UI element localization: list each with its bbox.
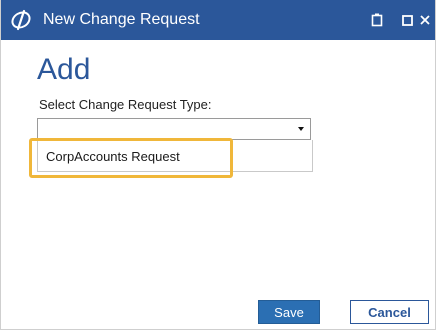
dropdown-list: CorpAccounts Request	[37, 140, 313, 172]
dropdown-arrow-icon[interactable]	[298, 127, 304, 131]
change-request-type-select[interactable]	[37, 118, 311, 140]
dropdown-option-label: CorpAccounts Request	[46, 149, 180, 164]
save-button[interactable]: Save	[258, 300, 320, 324]
window-title: New Change Request	[43, 11, 200, 28]
app-logo-icon	[9, 8, 33, 32]
cancel-button[interactable]: Cancel	[350, 300, 429, 324]
page-heading: Add	[37, 53, 91, 86]
close-icon[interactable]	[419, 10, 435, 30]
dialog-window: New Change Request Add Select Change Req…	[0, 0, 436, 330]
maximize-icon[interactable]	[397, 10, 417, 30]
restore-icon[interactable]	[367, 10, 387, 30]
title-bar[interactable]: New Change Request	[1, 0, 435, 40]
dropdown-option-corpaccounts[interactable]: CorpAccounts Request	[38, 140, 312, 171]
change-request-type-label: Select Change Request Type:	[39, 97, 212, 112]
